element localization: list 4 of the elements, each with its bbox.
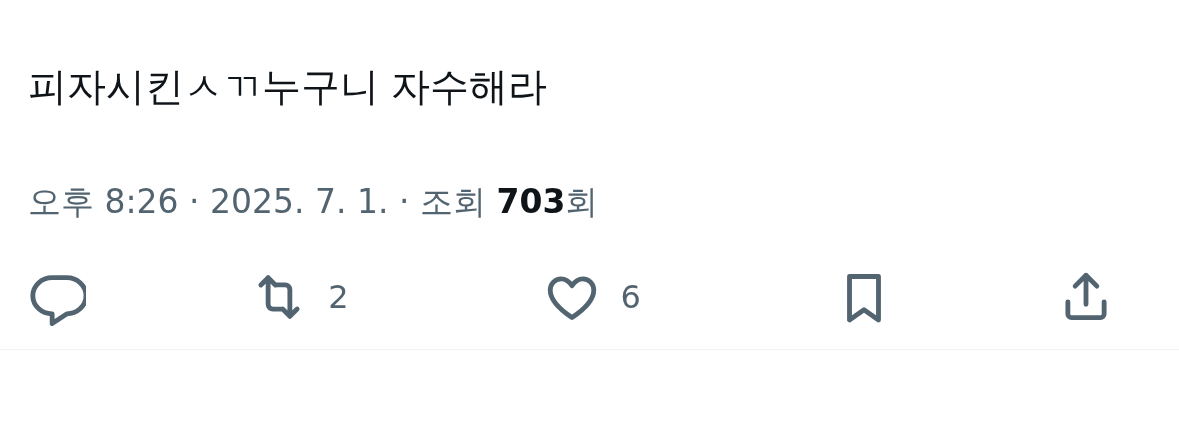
tweet-text: 피자시킨ㅅㄲ누구니 자수해라 (28, 63, 549, 111)
like-count: 6 (620, 277, 641, 316)
tweet-meta: 오후 8:26 · 2025. 7. 1. · 조회 703회 (28, 180, 600, 223)
repost-count: 2 (328, 277, 349, 316)
